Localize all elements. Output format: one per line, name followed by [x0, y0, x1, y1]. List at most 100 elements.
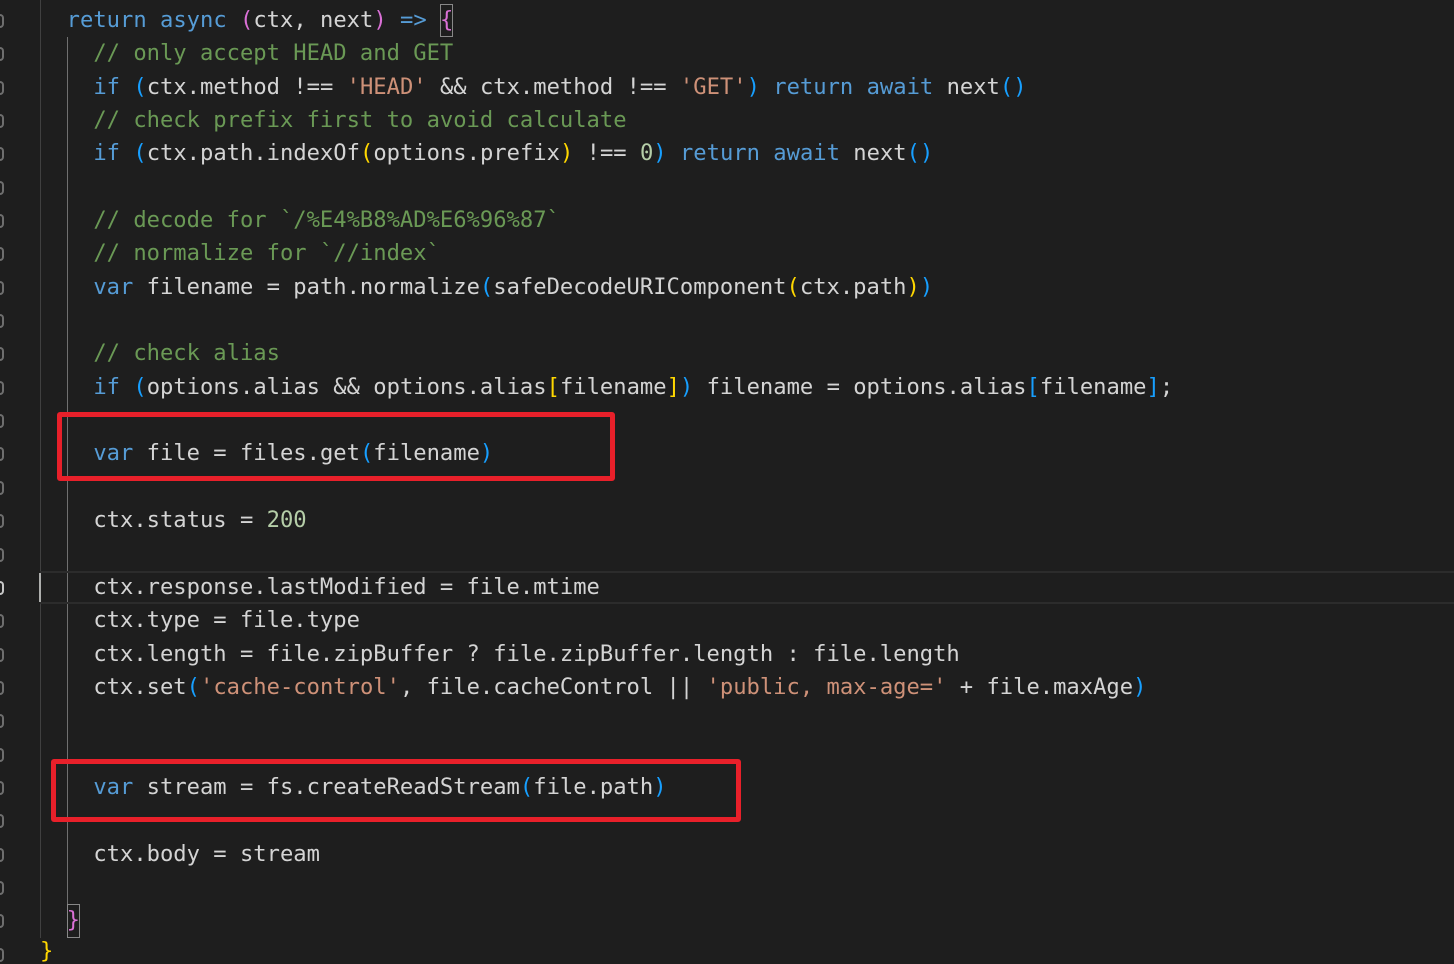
bracket-token: ) — [746, 73, 760, 100]
code-text: ctx.set — [93, 673, 187, 700]
annotation-box-files-get — [57, 412, 615, 481]
matched-bracket: } — [67, 904, 80, 937]
bracket-token: ] — [666, 373, 680, 400]
bracket-token: [ — [1026, 373, 1040, 400]
bracket-token: ( — [906, 140, 920, 167]
keyword-token: return — [773, 73, 854, 100]
bracket-token: ) — [373, 7, 387, 33]
bracket-token: ( — [133, 140, 147, 167]
code-line[interactable] — [0, 304, 1454, 337]
bracket-token: } — [40, 937, 54, 964]
bracket-token: ) — [919, 273, 934, 300]
code-line[interactable]: if (ctx.path.indexOf(options.prefix) !==… — [0, 137, 1454, 170]
code-line[interactable] — [0, 704, 1454, 737]
code-line[interactable]: return async (ctx, next) => { — [0, 4, 1454, 37]
keyword-token: if — [93, 73, 120, 100]
bracket-token: ( — [999, 73, 1014, 100]
code-line[interactable]: if (ctx.method !== 'HEAD' && ctx.method … — [0, 71, 1454, 104]
bracket-token: ( — [359, 140, 374, 167]
code-text: ctx.status = — [93, 507, 267, 534]
code-line[interactable]: ctx.set('cache-control', file.cacheContr… — [0, 671, 1454, 704]
bracket-token: ( — [786, 273, 800, 300]
annotation-box-create-read-stream — [51, 759, 741, 822]
number-literal: 200 — [266, 507, 307, 534]
keyword-token: if — [93, 373, 120, 400]
code-line[interactable]: // check alias — [0, 337, 1454, 370]
matched-bracket: { — [440, 4, 453, 37]
bracket-token: [ — [546, 373, 560, 400]
text-cursor — [39, 572, 41, 602]
code-line[interactable]: if (options.alias && options.alias[filen… — [0, 371, 1454, 404]
code-line-active[interactable]: ctx.response.lastModified = file.mtime — [0, 571, 1454, 604]
bracket-token: ) — [1013, 73, 1027, 100]
code-line[interactable]: ctx.status = 200 — [0, 504, 1454, 537]
number-literal: 0 — [639, 140, 654, 167]
code-text: ctx.method !== — [146, 73, 347, 100]
keyword-token: if — [93, 140, 120, 167]
code-line[interactable]: ctx.body = stream — [0, 838, 1454, 871]
bracket-token: ( — [240, 7, 254, 33]
code-text: filename = path.normalize — [133, 273, 480, 300]
bracket-token: ) — [559, 140, 574, 167]
code-line[interactable]: ctx.length = file.zipBuffer ? file.zipBu… — [0, 638, 1454, 671]
code-line[interactable]: // decode for `/%E4%B8%AD%E6%96%87` — [0, 204, 1454, 237]
code-text: next — [839, 140, 907, 167]
code-text: ctx.type = file.type — [93, 607, 360, 634]
comment-token: // decode for `/%E4%B8%AD%E6%96%87` — [93, 207, 560, 234]
keyword-token: return — [66, 7, 147, 33]
string-literal: 'GET' — [679, 73, 747, 100]
code-line[interactable] — [0, 871, 1454, 904]
code-text: filename = options.alias — [693, 373, 1027, 400]
code-text: ctx.body = stream — [93, 840, 320, 867]
code-text: ctx, next — [253, 7, 374, 33]
code-line[interactable] — [0, 171, 1454, 204]
keyword-token: var — [93, 273, 134, 300]
string-literal: 'HEAD' — [346, 73, 427, 100]
code-line[interactable] — [0, 538, 1454, 571]
code-line[interactable]: // normalize for `//index` — [0, 237, 1454, 270]
bracket-token: ) — [906, 273, 920, 300]
bracket-token: ) — [919, 140, 934, 167]
code-line[interactable]: var filename = path.normalize(safeDecode… — [0, 271, 1454, 304]
code-line[interactable]: // check prefix first to avoid calculate — [0, 104, 1454, 137]
code-text: ctx.length = file.zipBuffer ? file.zipBu… — [93, 640, 960, 667]
code-line[interactable]: } — [0, 904, 1454, 937]
bracket-token: ( — [133, 373, 147, 400]
code-editor[interactable]: return async (ctx, next) => { // only ac… — [0, 0, 1454, 964]
code-line[interactable]: } — [0, 937, 1454, 964]
code-text: && ctx.method !== — [426, 73, 680, 100]
bracket-token: ] — [1146, 373, 1160, 400]
bracket-token: ( — [133, 73, 147, 100]
code-text: filename — [1039, 373, 1147, 400]
bracket-token: ) — [1133, 673, 1147, 700]
bracket-token: ( — [479, 273, 494, 300]
code-text: safeDecodeURIComponent — [493, 273, 787, 300]
code-text: ctx.response.lastModified = file.mtime — [93, 573, 600, 600]
code-text: !== — [573, 140, 640, 167]
code-text: next — [933, 73, 1000, 100]
keyword-token: => — [400, 7, 427, 33]
code-line[interactable]: ctx.type = file.type — [0, 604, 1454, 637]
code-text: ctx.path — [799, 273, 907, 300]
code-line[interactable]: // only accept HEAD and GET — [0, 37, 1454, 70]
